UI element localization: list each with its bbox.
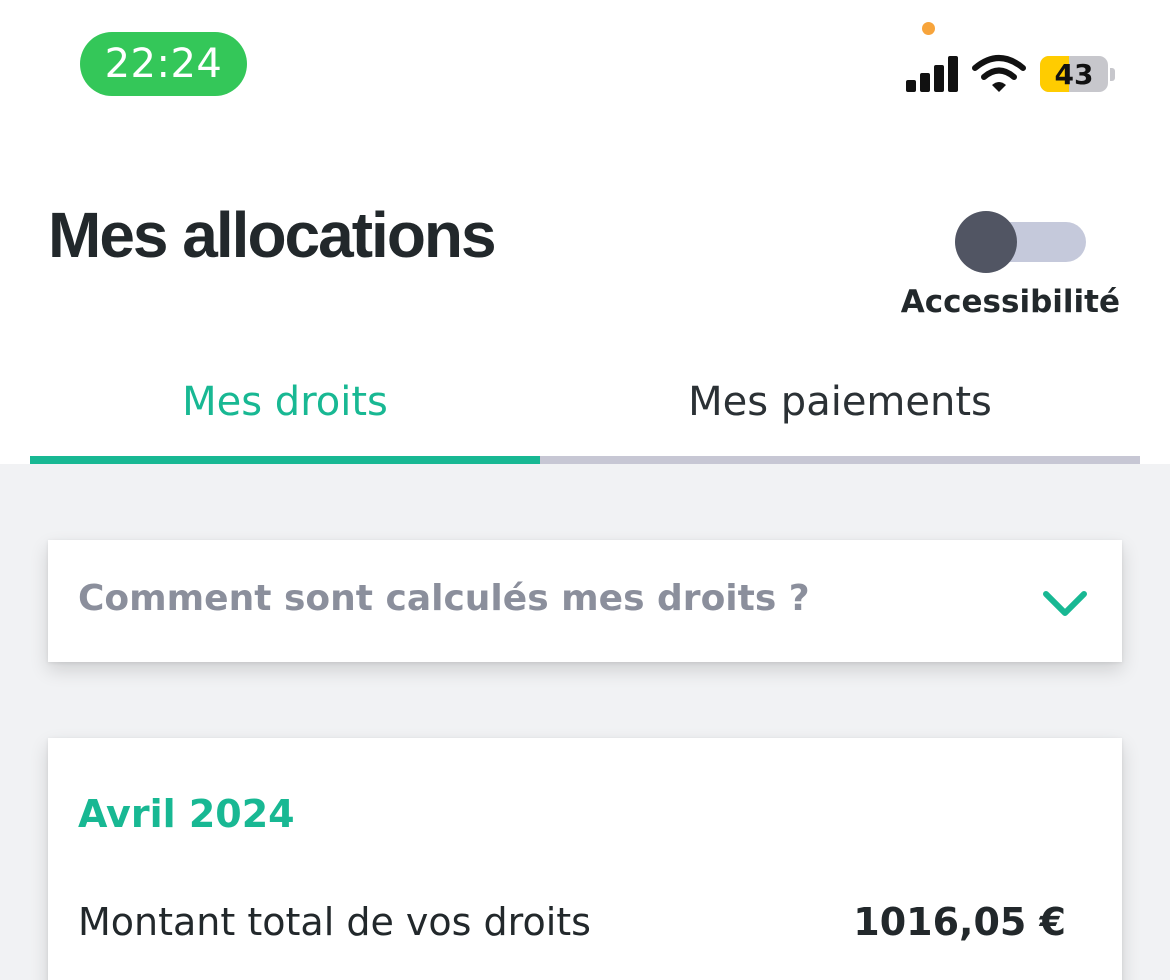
signal-icon	[906, 56, 958, 92]
tab-active-indicator	[30, 456, 540, 464]
wifi-icon	[972, 55, 1026, 92]
accessibility-label: Accessibilité	[900, 284, 1120, 320]
page-title: Mes allocations	[48, 199, 497, 271]
month-card: Avril 2024 Montant total de vos droits 1…	[48, 738, 1122, 980]
battery-icon: 43	[1040, 56, 1108, 92]
faq-accordion[interactable]: Comment sont calculés mes droits ?	[48, 540, 1122, 662]
amount-value: 1016,05 €	[853, 900, 1066, 944]
tab-mes-droits[interactable]: Mes droits	[30, 372, 540, 432]
tab-inactive-indicator	[540, 456, 1140, 464]
toggle-knob[interactable]	[955, 211, 1017, 273]
privacy-indicator-dot	[922, 22, 935, 35]
faq-question[interactable]: Comment sont calculés mes droits ?	[78, 578, 810, 619]
tab-mes-paiements[interactable]: Mes paiements	[585, 372, 1095, 432]
chevron-down-icon[interactable]	[1042, 586, 1088, 622]
status-time: 22:24	[80, 32, 247, 96]
month-title: Avril 2024	[78, 792, 295, 836]
battery-level: 43	[1054, 57, 1094, 91]
battery-cap	[1110, 68, 1115, 81]
amount-label: Montant total de vos droits	[78, 900, 591, 944]
